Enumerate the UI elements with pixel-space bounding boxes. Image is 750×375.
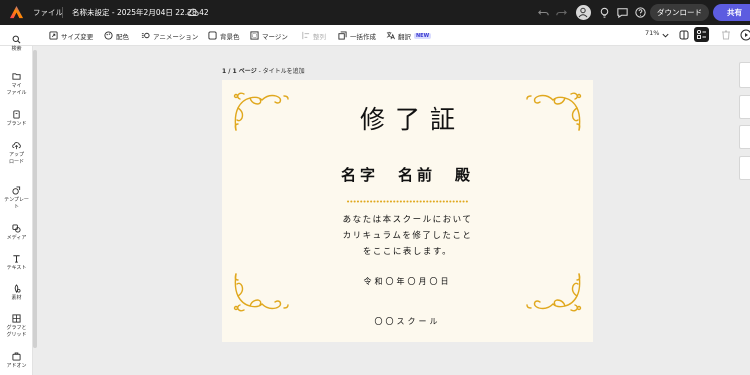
elements-icon xyxy=(14,284,21,293)
recipient-name[interactable]: 名字 名前 殿 xyxy=(222,164,593,185)
translate-icon xyxy=(386,31,395,40)
redo-icon[interactable] xyxy=(555,6,568,19)
bulk-create-label: 一括作成 xyxy=(350,32,376,41)
background-label: 背景色 xyxy=(220,32,240,41)
bulk-create-icon xyxy=(338,31,347,40)
certificate-page[interactable]: 修了証 名字 名前 殿 あなたは本スクールにおいて カリキュラムを修了したこと … xyxy=(222,80,593,342)
upload-icon xyxy=(12,142,21,150)
certificate-date[interactable]: 令和〇年〇月〇日 xyxy=(222,276,593,287)
margin-button[interactable]: マージン xyxy=(250,29,288,42)
page-thumbnail[interactable] xyxy=(739,125,750,149)
school-name[interactable]: 〇〇スクール xyxy=(222,316,593,327)
colors-label: 配色 xyxy=(116,32,129,41)
sidebar-item-label: マイ ファイル xyxy=(6,83,27,96)
sidebar-item-label: 素材 xyxy=(11,295,22,301)
comment-icon[interactable] xyxy=(616,6,629,19)
grid-view-button[interactable] xyxy=(694,27,709,42)
background-swatch-icon xyxy=(208,31,217,40)
animation-icon xyxy=(141,32,150,39)
resize-icon xyxy=(49,31,58,40)
animation-label: アニメーション xyxy=(153,32,199,41)
zoom-level-dropdown[interactable]: 71% xyxy=(645,29,659,37)
undo-icon[interactable] xyxy=(537,6,550,19)
page-thumbnail[interactable] xyxy=(739,95,750,119)
file-menu[interactable]: ファイル xyxy=(33,7,63,18)
folder-icon xyxy=(12,73,21,80)
grid-view-icon xyxy=(696,29,706,39)
sidebar-item-templates[interactable]: テンプレー ト xyxy=(0,186,33,211)
adobe-express-logo-icon[interactable] xyxy=(9,5,24,20)
text-icon xyxy=(13,255,20,263)
sidebar-item-label: ブランド xyxy=(6,121,27,127)
body-line: あなたは本スクールにおいて xyxy=(342,215,473,225)
margin-icon xyxy=(250,31,259,40)
sidebar-item-elements[interactable]: 素材 xyxy=(0,284,33,302)
resize-label: サイズ変更 xyxy=(61,32,94,41)
sidebar-item-search[interactable]: 検索 xyxy=(0,35,33,53)
editor-toolbar: サイズ変更 配色 アニメーション 背景色 マージン 整列 一括作成 翻訳 NEW xyxy=(0,25,750,46)
add-page-title-link[interactable]: - タイトルを追加 xyxy=(257,68,305,75)
page-number: 1 / 1 ページ xyxy=(222,68,257,75)
sidebar-item-my-files[interactable]: マイ ファイル xyxy=(0,72,33,97)
translate-label: 翻訳 xyxy=(398,32,411,41)
topbar-divider xyxy=(62,7,63,18)
sidebar-item-addons[interactable]: アドオン xyxy=(0,352,33,370)
page-thumbnail[interactable] xyxy=(739,62,750,88)
chevron-down-icon[interactable] xyxy=(661,29,670,41)
top-bar: ファイル 名称未設定 - 2025年2月04日 22.28.42 ダウンロード … xyxy=(0,0,750,25)
sidebar-item-label: アドオン xyxy=(6,363,27,369)
sidebar-item-label: グラフと グリッド xyxy=(6,325,27,338)
trash-icon[interactable] xyxy=(720,29,732,41)
download-button[interactable]: ダウンロード xyxy=(650,4,709,21)
animation-button[interactable]: アニメーション xyxy=(141,29,198,42)
sidebar-item-brand[interactable]: ブランド xyxy=(0,110,33,128)
new-badge: NEW xyxy=(414,32,432,39)
dotted-divider[interactable] xyxy=(347,200,469,203)
page-thumbnail[interactable] xyxy=(739,156,750,180)
arrange-icon xyxy=(302,31,310,40)
certificate-body-text[interactable]: あなたは本スクールにおいて カリキュラムを修了したこと をここに表します。 xyxy=(222,212,593,260)
help-icon[interactable] xyxy=(634,6,647,19)
sidebar-item-label: メディア xyxy=(6,235,27,241)
certificate-title[interactable]: 修了証 xyxy=(222,100,593,136)
person-add-icon xyxy=(578,7,588,18)
chart-grid-icon xyxy=(12,314,21,323)
layers-icon[interactable] xyxy=(678,29,690,41)
sidebar-item-label: テキスト xyxy=(6,265,27,271)
sidebar-item-label: テンプレー ト xyxy=(4,197,29,210)
palette-icon xyxy=(104,31,113,40)
bulk-create-button[interactable]: 一括作成 xyxy=(338,29,376,42)
cloud-sync-icon[interactable] xyxy=(187,7,199,18)
margin-label: マージン xyxy=(262,32,288,41)
lightbulb-icon[interactable] xyxy=(598,6,611,19)
sidebar-item-upload[interactable]: アップ ロード xyxy=(0,141,33,166)
sidebar-item-media[interactable]: メディア xyxy=(0,224,33,242)
share-button[interactable]: 共有 xyxy=(713,4,750,21)
play-icon[interactable] xyxy=(740,29,750,41)
addon-icon xyxy=(12,352,21,361)
sidebar-item-text[interactable]: テキスト xyxy=(0,254,33,272)
colors-button[interactable]: 配色 xyxy=(104,29,129,42)
sidebar-item-charts-grids[interactable]: グラフと グリッド xyxy=(0,314,33,339)
arrange-button[interactable]: 整列 xyxy=(301,29,326,42)
arrange-label: 整列 xyxy=(313,32,326,41)
sidebar-scrollbar[interactable] xyxy=(33,50,37,348)
page-header: 1 / 1 ページ - タイトルを追加 xyxy=(222,66,305,75)
resize-button[interactable]: サイズ変更 xyxy=(49,29,93,42)
template-icon xyxy=(12,186,21,195)
translate-button[interactable]: 翻訳 NEW xyxy=(386,29,432,42)
sidebar-item-label: アップ ロード xyxy=(8,152,24,165)
background-color-button[interactable]: 背景色 xyxy=(208,29,240,42)
media-icon xyxy=(12,224,21,233)
body-line: カリキュラムを修了したこと xyxy=(342,231,473,241)
body-line: をここに表します。 xyxy=(362,247,453,257)
brand-icon xyxy=(13,110,20,119)
add-collaborator-button[interactable] xyxy=(576,5,591,20)
search-icon xyxy=(12,35,21,44)
sidebar-item-label: 検索 xyxy=(11,46,22,52)
